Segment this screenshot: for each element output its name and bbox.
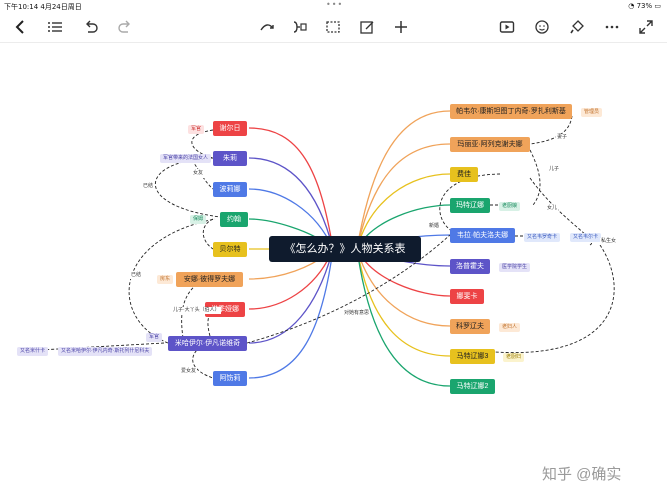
node-left-6[interactable]: 安娜·彼得罗夫娜	[176, 272, 243, 287]
tag-alias-pre[interactable]: 又名米什卡	[17, 347, 49, 356]
node-left-3[interactable]: 波莉娜	[213, 182, 247, 197]
node-right-3[interactable]: 费佳	[450, 167, 478, 182]
central-topic[interactable]: 《怎么办？》人物关系表	[269, 236, 421, 262]
node-left-1[interactable]: 谢尔日	[213, 121, 247, 136]
node-right-5[interactable]: 韦拉·帕夫洛夫娜	[450, 228, 515, 243]
tag-foreign-lady[interactable]: 军官带来的法国女人	[160, 154, 212, 163]
relation-lover: 爱女友	[180, 368, 198, 375]
node-left-2[interactable]: 朱莉	[213, 151, 247, 166]
node-right-8[interactable]: 科罗辽夫	[450, 319, 490, 334]
node-left-9[interactable]: 阿饬莉	[213, 371, 247, 386]
relation-private: 私生女	[600, 238, 618, 245]
relation-wife: 妻子	[556, 134, 569, 141]
relation-husband: 新婚	[428, 223, 441, 230]
node-left-5[interactable]: 贝尔特	[213, 242, 247, 257]
relation-son-dad: 儿子·大丫头（伯人）	[172, 307, 221, 314]
relation-daughter: 女儿	[546, 205, 559, 212]
node-right-4[interactable]: 玛特辽娜	[450, 198, 490, 213]
node-right-1[interactable]: 帕韦尔·康斯坦图丁内奇·罗扎利斯基	[450, 104, 572, 119]
relation-married-left2: 已结	[130, 272, 143, 279]
tag-chef[interactable]: 老厨娘	[499, 202, 521, 211]
relation-affair: 对她有意思	[343, 310, 371, 317]
tag-officer2[interactable]: 军官	[146, 333, 163, 342]
tag-old-maid[interactable]: 老厨妇	[503, 353, 525, 362]
node-right-2[interactable]: 玛丽亚·阿列克谢夫娜	[450, 137, 530, 152]
node-left-4[interactable]: 约翰	[220, 212, 248, 227]
tag-alias-vera1[interactable]: 又名韦罗奇卡	[524, 233, 561, 242]
relation-married-left: 已结	[142, 183, 155, 190]
node-right-10[interactable]: 马特辽娜2	[450, 379, 495, 394]
node-left-8[interactable]: 米哈伊尔·伊凡诺维奇	[168, 336, 247, 351]
node-right-6[interactable]: 洛普霍夫	[450, 259, 490, 274]
tag-alias-vera2[interactable]: 又名韦尔卡	[570, 233, 602, 242]
tag-manager[interactable]: 管理员	[581, 108, 603, 117]
tag-guard[interactable]: 军官	[188, 125, 205, 134]
tag-bon-ami[interactable]: 女友	[190, 169, 207, 178]
tag-student[interactable]: 医学院学生	[499, 263, 531, 272]
tag-alias-full[interactable]: 又名米哈伊尔·伊凡内奇·斯托列什尼科夫	[58, 347, 153, 356]
node-right-9[interactable]: 马特辽娜3	[450, 349, 495, 364]
relation-son: 儿子	[548, 166, 561, 173]
tag-old-lady[interactable]: 老妇人	[499, 323, 521, 332]
node-right-7[interactable]: 娜斐卡	[450, 289, 484, 304]
watermark: 知乎 @确实	[542, 466, 622, 483]
tag-landlady[interactable]: 房东	[157, 275, 174, 284]
tag-nanny[interactable]: 保姆	[190, 215, 207, 224]
